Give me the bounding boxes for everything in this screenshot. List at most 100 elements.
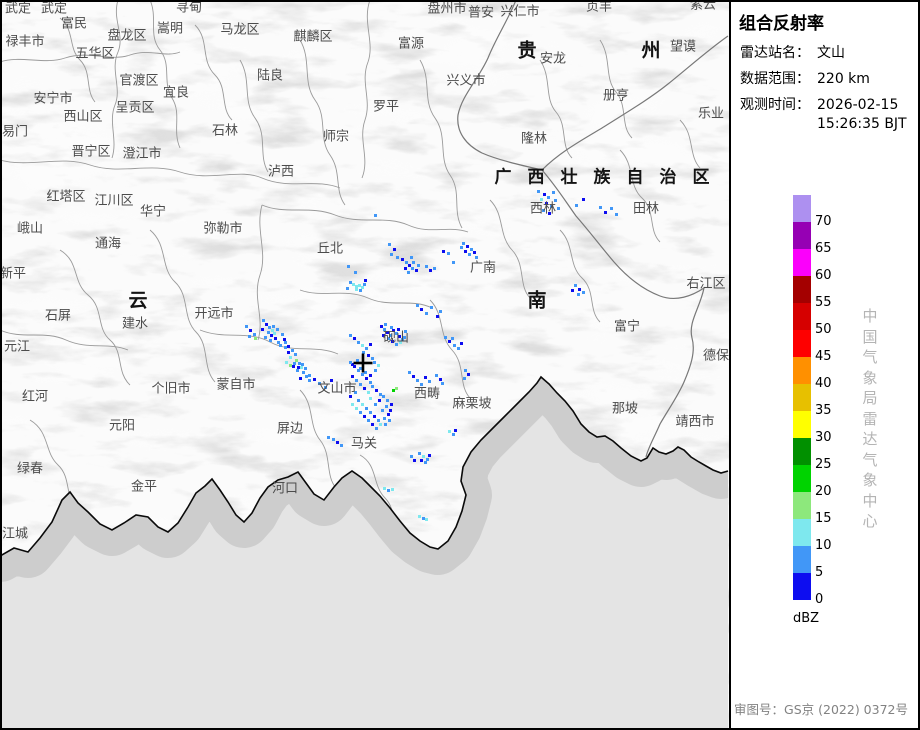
- radar-echo: [557, 207, 560, 210]
- radar-echo: [281, 333, 284, 336]
- radar-echo: [379, 393, 382, 396]
- radar-echo: [304, 367, 307, 370]
- radar-echo: [324, 386, 327, 389]
- radar-echo: [377, 419, 380, 422]
- radar-echo: [408, 371, 411, 374]
- radar-echo: [267, 331, 270, 334]
- radar-echo: [388, 419, 391, 422]
- radar-echo: [293, 362, 296, 365]
- watermark-char: 中: [862, 491, 878, 510]
- legend-tick: 20: [815, 484, 832, 499]
- info-panel: 组合反射率 雷达站名： 文山 数据范围： 220 km 观测时间： 2026-02-1…: [731, 0, 920, 730]
- radar-echo: [369, 381, 372, 384]
- legend-unit: dBZ: [793, 611, 820, 626]
- radar-echo: [453, 344, 456, 347]
- legend-tick: 40: [815, 376, 832, 391]
- radar-echo: [359, 383, 362, 386]
- legend-block-55: [793, 276, 811, 303]
- radar-echo: [420, 383, 423, 386]
- radar-echo: [299, 377, 302, 380]
- radar-echo: [296, 369, 299, 372]
- radar-echo: [413, 459, 416, 462]
- watermark-char: 象: [862, 471, 878, 489]
- legend-block-15: [793, 492, 811, 519]
- radar-echo: [295, 359, 298, 362]
- radar-echo: [349, 395, 352, 398]
- radar-echo: [392, 389, 395, 392]
- radar-echo: [363, 283, 366, 286]
- radar-echo: [268, 326, 271, 329]
- radar-echo: [375, 389, 378, 392]
- legend-tick: 55: [815, 295, 832, 310]
- radar-echo: [381, 409, 384, 412]
- legend-block-0: [793, 573, 811, 600]
- radar-display: 武定 武定 寻甸 富民 嵩明 马龙区 禄丰市 盘龙区 五华区 官渡区 宜良 安宁市 呈贡区 西山区 易门 石林…: [0, 0, 920, 730]
- radar-echo: [384, 323, 387, 326]
- radar-echo: [261, 328, 264, 331]
- agency-watermark: 中国气象局雷达气象中心: [859, 306, 881, 532]
- radar-echo: [318, 382, 321, 385]
- reflectivity-legend: 0 5 10 15 20 25 30 35 40 45 50 55 60 65 70 dBZ: [731, 0, 920, 730]
- radar-echo: [547, 196, 550, 199]
- radar-echo: [264, 336, 267, 339]
- radar-echo: [289, 356, 292, 359]
- radar-echo: [435, 374, 438, 377]
- radar-echo: [384, 423, 387, 426]
- watermark-char: 中: [862, 307, 878, 325]
- radar-echo: [347, 265, 350, 268]
- radar-echo: [468, 253, 471, 256]
- radar-echo: [412, 375, 415, 378]
- radar-echo: [373, 361, 376, 364]
- radar-echo: [582, 291, 585, 294]
- radar-echo: [380, 325, 383, 328]
- radar-echo: [352, 283, 355, 286]
- radar-echo: [599, 206, 602, 209]
- legend-block-40: [793, 357, 811, 384]
- radar-echo: [460, 342, 463, 345]
- radar-echo: [577, 293, 580, 296]
- radar-echo: [245, 325, 248, 328]
- radar-echo: [367, 391, 370, 394]
- radar-echo: [355, 379, 358, 382]
- radar-echo: [390, 326, 393, 329]
- radar-echo: [439, 378, 442, 381]
- legend-block-20: [793, 465, 811, 492]
- radar-echo: [254, 337, 257, 340]
- radar-echo: [407, 271, 410, 274]
- radar-echo: [578, 288, 581, 291]
- radar-echo: [277, 341, 280, 344]
- radar-echo: [391, 340, 394, 343]
- radar-echo: [308, 379, 311, 382]
- radar-echo: [426, 458, 429, 461]
- radar-echo: [390, 403, 393, 406]
- radar-echo: [395, 332, 398, 335]
- radar-echo: [425, 312, 428, 315]
- radar-echo: [422, 455, 425, 458]
- radar-echo: [364, 371, 367, 374]
- radar-echo: [448, 340, 451, 343]
- radar-echo: [271, 329, 274, 332]
- watermark-char: 心: [862, 512, 878, 530]
- radar-echo: [425, 265, 428, 268]
- radar-echo: [330, 379, 333, 382]
- radar-echo: [552, 191, 555, 194]
- radar-echo: [399, 341, 402, 344]
- radar-echo: [542, 209, 545, 212]
- radar-echo: [292, 365, 295, 368]
- radar-echo: [430, 306, 433, 309]
- radar-echo: [374, 214, 377, 217]
- legend-tick: 0: [815, 592, 824, 607]
- radar-echo: [543, 193, 546, 196]
- watermark-char: 气: [862, 348, 878, 366]
- radar-echo: [302, 371, 305, 374]
- radar-echo: [365, 407, 368, 410]
- legend-tick: 25: [815, 457, 832, 472]
- radar-echo: [284, 341, 287, 344]
- legend-tick: 65: [815, 241, 832, 256]
- radar-echo: [615, 213, 618, 216]
- radar-echo: [545, 202, 548, 205]
- radar-echo: [369, 343, 372, 346]
- legend-tick: 15: [815, 511, 832, 526]
- radar-echo: [441, 382, 444, 385]
- radar-echo: [416, 379, 419, 382]
